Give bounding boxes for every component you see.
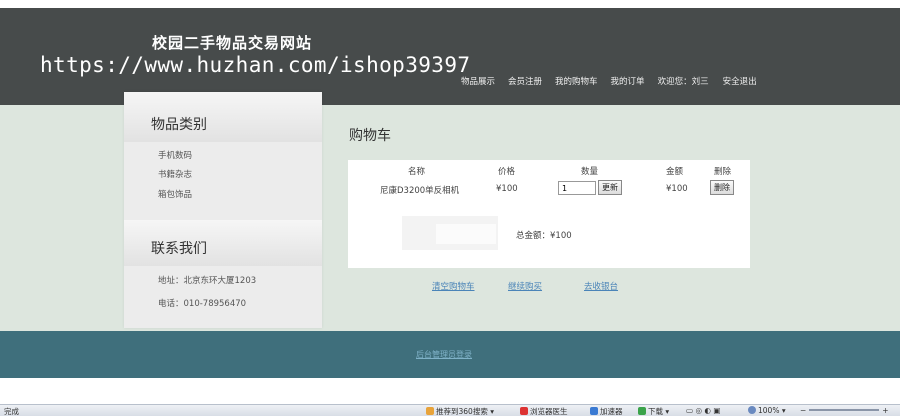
site-header: 校园二手物品交易网站 https://www.huzhan.com/ishop3… [0, 8, 900, 105]
nav-item-register[interactable]: 会员注册 [508, 75, 542, 87]
category-heading: 物品类别 [151, 117, 207, 133]
search-engine-icon [426, 407, 434, 415]
cart-item-price: ¥100 [496, 184, 518, 194]
zoom-level-label: 100% [758, 406, 780, 415]
quantity-input[interactable] [558, 181, 596, 195]
update-button[interactable]: 更新 [598, 180, 622, 195]
column-header-qty: 数量 [581, 167, 599, 177]
nav-item-products[interactable]: 物品展示 [461, 75, 495, 87]
cart-total: 总金额：¥100 [516, 231, 572, 241]
cart-title: 购物车 [349, 128, 391, 144]
column-header-amount: 金额 [666, 167, 684, 177]
sidebar: 物品类别 手机数码 书籍杂志 箱包饰品 联系我们 地址：北京东环大厦1203 电… [124, 92, 322, 328]
admin-login-link[interactable]: 后台管理员登录 [416, 349, 472, 360]
zoom-level[interactable]: 100% ▾ [748, 406, 786, 415]
column-header-name: 名称 [408, 167, 426, 177]
zoom-slider[interactable]: − + [800, 406, 889, 415]
nav-item-orders[interactable]: 我的订单 [611, 75, 645, 87]
nav-item-cart[interactable]: 我的购物车 [555, 75, 598, 87]
delete-button[interactable]: 删除 [710, 180, 734, 195]
blurred-region-inner [436, 224, 496, 244]
accelerator-icon [590, 407, 598, 415]
zoom-icon [748, 406, 756, 414]
cart-item-name: 尼康D3200单反相机 [380, 186, 460, 196]
category-item[interactable]: 箱包饰品 [158, 188, 192, 200]
page-bottom-blank [0, 378, 900, 404]
category-item[interactable]: 手机数码 [158, 149, 192, 161]
status-item-download-label: 下载 [648, 407, 663, 416]
site-title: 校园二手物品交易网站 [152, 34, 313, 52]
status-item-download[interactable]: 下载 ▾ [638, 406, 669, 416]
contact-heading: 联系我们 [151, 241, 207, 257]
cart-item-amount: ¥100 [666, 184, 688, 194]
site-footer: 后台管理员登录 [0, 331, 900, 378]
column-header-delete: 删除 [714, 167, 732, 177]
browser-statusbar: 完成 推荐到360搜索 ▾ 浏览器医生 加速器 下载 ▾ ▭ ◎ ◐ ▣ 100… [0, 404, 900, 416]
nav-item-logout[interactable]: 安全退出 [723, 75, 757, 87]
status-text: 完成 [4, 407, 19, 416]
status-item-search-label: 推荐到360搜索 [436, 407, 488, 416]
status-item-doctor[interactable]: 浏览器医生 [520, 406, 568, 416]
column-header-price: 价格 [498, 167, 516, 177]
status-item-accelerator[interactable]: 加速器 [590, 406, 623, 416]
contact-phone: 电话：010-78956470 [158, 299, 247, 309]
status-item-search[interactable]: 推荐到360搜索 ▾ [426, 406, 494, 416]
download-icon [638, 407, 646, 415]
category-item[interactable]: 书籍杂志 [158, 168, 192, 180]
cart-actions: 清空购物车 继续购买 去收银台 [0, 280, 900, 292]
status-tray-icons: ▭ ◎ ◐ ▣ [686, 406, 721, 415]
status-item-accelerator-label: 加速器 [600, 407, 623, 416]
continue-shopping-link[interactable]: 继续购买 [508, 280, 542, 292]
nav-user-greeting: 欢迎您：刘三 [657, 77, 709, 87]
cart-table: 名称 价格 数量 金额 删除 尼康D3200单反相机 ¥100 更新 ¥100 … [348, 160, 750, 268]
clear-cart-link[interactable]: 清空购物车 [432, 280, 475, 292]
doctor-icon [520, 407, 528, 415]
checkout-link[interactable]: 去收银台 [584, 280, 618, 292]
status-item-doctor-label: 浏览器医生 [530, 407, 568, 416]
main-nav: 物品展示 会员注册 我的购物车 我的订单 欢迎您：刘三 安全退出 [461, 75, 770, 87]
blurred-region [402, 216, 498, 250]
watermark-url: https://www.huzhan.com/ishop39397 [40, 53, 471, 77]
browser-top-strip [0, 0, 900, 8]
